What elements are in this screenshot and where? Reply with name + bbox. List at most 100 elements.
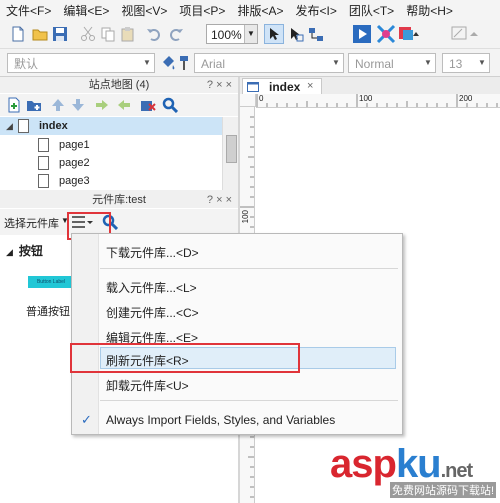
tab-label: index (269, 80, 301, 94)
menu-item-unload-library[interactable]: 卸载元件库<U> (106, 377, 189, 394)
tree-item-page3[interactable]: page3 (38, 172, 90, 190)
menu-item-always-import[interactable]: Always Import Fields, Styles, and Variab… (106, 413, 335, 427)
library-title: 元件库:test (92, 194, 146, 206)
zoom-value: 100% (211, 28, 242, 42)
outdent-icon[interactable] (116, 97, 132, 113)
select-pointer-icon[interactable] (264, 24, 284, 44)
tree-item-index[interactable]: ◢ index (6, 117, 68, 135)
ruler-label: 100 (241, 210, 250, 224)
redo-icon[interactable] (168, 26, 184, 42)
menu-file[interactable]: 文件<F> (0, 2, 57, 19)
save-icon[interactable] (52, 26, 68, 42)
library-panel-controls[interactable]: ? × × (207, 192, 232, 208)
ruler-label: 100 (359, 94, 373, 103)
menu-arrange[interactable]: 排版<A> (231, 2, 289, 19)
search-icon[interactable] (162, 97, 179, 114)
close-icon[interactable]: × (307, 80, 313, 92)
sitemap-scrollbar[interactable] (222, 117, 238, 190)
page-icon (38, 138, 49, 153)
horizontal-ruler: 0 100 200 (256, 94, 500, 108)
menu-team[interactable]: 团队<T> (343, 2, 400, 19)
tree-item-page1[interactable]: page1 (38, 136, 90, 154)
page-icon (38, 156, 49, 171)
font-size-select[interactable]: 13 ▼ (442, 53, 490, 73)
move-up-icon[interactable] (50, 97, 66, 113)
delete-page-icon[interactable] (140, 97, 156, 113)
chevron-down-icon: ▼ (244, 25, 257, 43)
main-toolbar: 100% ▼ (0, 20, 500, 49)
arrange-icon[interactable] (450, 25, 486, 43)
select-contained-icon[interactable] (288, 26, 304, 42)
menu-item-load-library[interactable]: 载入元件库...<L> (106, 279, 197, 296)
sitemap-panel-controls[interactable]: ? × × (207, 77, 232, 93)
library-select-label[interactable]: 选择元件库 (4, 215, 59, 231)
menu-publish[interactable]: 发布<I> (289, 2, 342, 19)
menu-help[interactable]: 帮助<H> (400, 2, 459, 19)
add-page-icon[interactable] (6, 97, 22, 113)
page-icon (38, 174, 49, 189)
format-painter-icon[interactable] (176, 55, 192, 71)
share-icon[interactable] (376, 24, 396, 44)
expand-triangle-icon[interactable]: ◢ (6, 117, 18, 135)
watermark-logo-part: .net (440, 460, 474, 482)
preview-icon[interactable] (352, 24, 372, 44)
tab-strip: index × (240, 77, 500, 95)
indent-icon[interactable] (94, 97, 110, 113)
tab-index[interactable]: index × (242, 78, 322, 95)
font-weight-select[interactable]: Normal ▼ (348, 53, 436, 73)
scrollbar-thumb[interactable] (226, 135, 237, 163)
watermark-logo-part: asp (330, 442, 397, 486)
style-select[interactable]: 默认 ▼ (7, 53, 155, 73)
ruler-label: 200 (459, 94, 473, 103)
expand-triangle-icon[interactable]: ◢ (6, 247, 13, 257)
ruler-label: 0 (259, 94, 264, 103)
publish-icon[interactable] (398, 24, 422, 44)
font-family-value: Arial (201, 57, 226, 71)
chevron-down-icon: ▼ (424, 58, 432, 67)
format-toolbar: 默认 ▼ Arial ▼ Normal ▼ 13 ▼ (0, 49, 500, 77)
add-folder-icon[interactable] (26, 97, 42, 113)
menu-separator (100, 400, 398, 401)
menu-bar: 文件<F> 编辑<E> 视图<V> 项目<P> 排版<A> 发布<I> 团队<T… (0, 0, 500, 21)
tree-item-page2[interactable]: page2 (38, 154, 90, 172)
menu-edit[interactable]: 编辑<E> (57, 2, 115, 19)
tree-item-label: page1 (59, 139, 90, 151)
library-group[interactable]: ◢ 按钮 (6, 242, 43, 259)
sitemap-title: 站点地图 (4) (88, 79, 150, 91)
library-header: 元件库:test ? × × (0, 192, 238, 208)
watermark: aspku.net 免费网站源码下载站! (330, 442, 500, 503)
paint-bucket-icon[interactable] (160, 55, 176, 71)
widget-thumbnail-label: Button Label (36, 279, 66, 285)
new-file-icon[interactable] (10, 26, 26, 42)
widget-name: 普通按钮 (26, 306, 70, 318)
tree-item-label: page2 (59, 157, 90, 169)
font-family-select[interactable]: Arial ▼ (194, 53, 344, 73)
checkmark-icon: ✓ (81, 412, 92, 427)
font-size-value: 13 (449, 57, 463, 71)
sitemap-toolbar (0, 94, 238, 116)
paste-icon[interactable] (120, 26, 136, 42)
chevron-down-icon: ▼ (478, 58, 486, 67)
menu-gutter (72, 234, 99, 434)
menu-view[interactable]: 视图<V> (115, 2, 173, 19)
copy-icon[interactable] (100, 26, 116, 42)
style-value: 默认 (14, 57, 39, 71)
watermark-logo-part: ku (395, 442, 442, 486)
cut-icon[interactable] (80, 26, 96, 42)
page-icon (247, 81, 259, 92)
connector-icon[interactable] (308, 26, 324, 42)
library-dropdown-menu: 下载元件库...<D> 载入元件库...<L> 创建元件库...<C> 编辑元件… (71, 233, 403, 435)
move-down-icon[interactable] (70, 97, 86, 113)
font-weight-value: Normal (355, 57, 394, 71)
highlight-box (70, 343, 300, 373)
button-widget-thumbnail[interactable]: Button Label (28, 276, 74, 288)
sitemap-header: 站点地图 (4) ? × × (0, 77, 238, 93)
menu-separator (100, 268, 398, 269)
zoom-select[interactable]: 100% ▼ (206, 24, 258, 44)
undo-icon[interactable] (146, 26, 162, 42)
open-folder-icon[interactable] (32, 26, 48, 42)
menu-item-create-library[interactable]: 创建元件库...<C> (106, 304, 199, 321)
menu-project[interactable]: 项目<P> (173, 2, 231, 19)
tree-item-label: page3 (59, 175, 90, 187)
menu-item-download-library[interactable]: 下载元件库...<D> (106, 244, 199, 261)
